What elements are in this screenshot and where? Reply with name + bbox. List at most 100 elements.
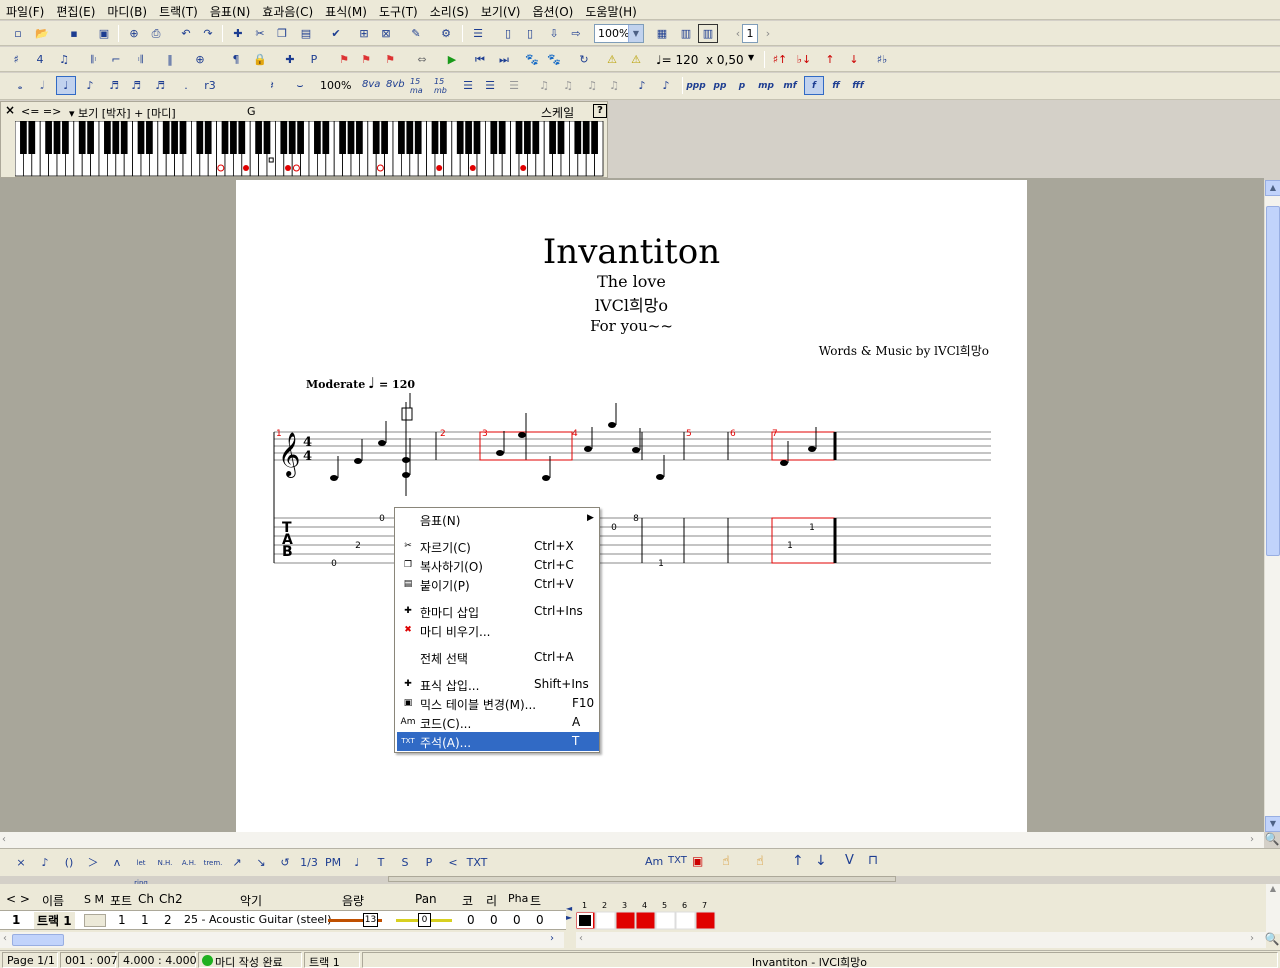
beam-break-icon[interactable]: ♫ xyxy=(582,76,602,95)
track-timeline[interactable]: 1 2 3 4 5 6 7 xyxy=(576,900,1266,934)
multitrack-icon[interactable]: ▦ xyxy=(652,24,672,43)
track-row[interactable]: 1 트랙 1 1 1 2 25 - Acoustic Guitar (steel… xyxy=(0,910,566,930)
enharmonic-icon[interactable]: ♯♭ xyxy=(872,50,892,69)
paste-icon[interactable]: ▤ xyxy=(296,24,316,43)
effect-item-1[interactable]: ♪ xyxy=(34,853,56,873)
repeat-close-icon[interactable]: 𝄇 xyxy=(130,50,150,69)
effect-item-8[interactable]: trem. xyxy=(202,853,224,873)
zoom-icon[interactable]: 🔍 xyxy=(1264,932,1280,948)
screen-view-icon[interactable]: ▯ xyxy=(498,24,518,43)
parchment-view-icon[interactable]: ▯ xyxy=(520,24,540,43)
dot-icon[interactable]: . xyxy=(176,76,196,95)
skip-start-icon[interactable]: ⏮ xyxy=(470,50,490,69)
next-page-icon[interactable]: › xyxy=(758,24,778,43)
keyboard-view-select[interactable]: ▾ 보기 [박자] + [마디] xyxy=(69,105,176,121)
auto-beam-icon[interactable]: ♫ xyxy=(534,76,554,95)
loop-icon[interactable]: ⇔ xyxy=(412,50,432,69)
play-icon[interactable]: ▶ xyxy=(442,50,462,69)
bookmark-next-icon[interactable]: ⚑ xyxy=(380,50,400,69)
ottava-8va[interactable]: 8va xyxy=(362,79,380,90)
track-reverb[interactable]: 0 xyxy=(490,913,498,927)
context-menu-item-10[interactable]: TXT 주석(A)... T xyxy=(397,732,599,751)
vertical-scrollbar[interactable]: ▲ ▼ xyxy=(1264,180,1280,832)
print-icon[interactable]: ⎙ xyxy=(146,24,166,43)
scroll-down-icon[interactable]: ▼ xyxy=(1265,816,1280,832)
scroll-thumb[interactable] xyxy=(1266,206,1280,556)
menu-effects[interactable]: 효과음(C) xyxy=(256,0,319,20)
open-file-icon[interactable]: 📂 xyxy=(32,24,52,43)
scroll-thumb[interactable] xyxy=(12,934,64,946)
effect-item-9[interactable]: ↗ xyxy=(226,853,248,873)
insert-measure-icon[interactable]: ✚ xyxy=(228,24,248,43)
context-menu-item-3[interactable]: ▤ 붙이기(P) Ctrl+V xyxy=(397,575,599,594)
pick-up-icon[interactable]: V xyxy=(845,853,854,868)
zoom-select[interactable]: 100% ▼ xyxy=(594,24,644,43)
effect-item-16[interactable]: S xyxy=(394,853,416,873)
menu-markers[interactable]: 표식(M) xyxy=(319,0,373,20)
effect-item-4[interactable]: ʌ xyxy=(106,853,128,873)
close-icon[interactable]: × xyxy=(5,103,15,117)
splitter[interactable] xyxy=(388,876,896,882)
dynamic-ppp-icon[interactable]: ppp xyxy=(686,76,706,95)
stroke-up-icon[interactable]: ↑ xyxy=(792,853,804,869)
effect-item-7[interactable]: A.H. xyxy=(178,853,200,873)
sharp-flat-icon[interactable]: ♯ xyxy=(6,50,26,69)
track-hscroll[interactable]: ‹ › xyxy=(0,932,564,948)
32nd-note-icon[interactable]: ♬ xyxy=(126,76,146,95)
half-note-icon[interactable]: 𝅗𝅥 xyxy=(32,76,52,95)
loop-play-icon[interactable]: ↻ xyxy=(574,50,594,69)
effect-item-3[interactable]: ＞ xyxy=(82,853,104,873)
new-file-icon[interactable]: ▫ xyxy=(8,24,28,43)
help-icon[interactable]: ? xyxy=(593,104,607,118)
copy-icon[interactable]: ❐ xyxy=(272,24,292,43)
scroll-left-icon[interactable]: ‹ xyxy=(3,933,7,944)
countdown-icon[interactable]: 🐾 xyxy=(544,50,564,69)
effect-item-13[interactable]: PM xyxy=(322,853,344,873)
64th-note-icon[interactable]: ♬ xyxy=(150,76,170,95)
track-name[interactable]: 트랙 1 xyxy=(34,912,75,929)
horizontal-scrollbar[interactable]: ‹ › xyxy=(0,832,1264,848)
keyboard-icon[interactable]: ▥ xyxy=(698,24,718,43)
page-view-icon[interactable]: ☰ xyxy=(468,24,488,43)
track-nav[interactable]: < > xyxy=(6,892,30,906)
octave-up-icon[interactable]: ↑ xyxy=(820,50,840,69)
effect-item-11[interactable]: ↺ xyxy=(274,853,296,873)
chevron-down-icon[interactable]: ▼ xyxy=(748,53,754,62)
effect-item-2[interactable]: () xyxy=(58,853,80,873)
undo-icon[interactable]: ↶ xyxy=(176,24,196,43)
speed-trainer2-icon[interactable]: ⚠ xyxy=(626,50,646,69)
menu-tools[interactable]: 도구(T) xyxy=(373,0,424,20)
score-page[interactable]: Invantiton The love lVCl희망o For you~~ Wo… xyxy=(236,180,1027,832)
ottava-8vb[interactable]: 8vb xyxy=(386,79,405,90)
sixteenth-note-icon[interactable]: ♬ xyxy=(104,76,124,95)
dynamic-mp-icon[interactable]: mp xyxy=(756,76,776,95)
track-port[interactable]: 1 xyxy=(118,913,126,927)
stem-icon[interactable]: ♫ xyxy=(604,76,624,95)
speed-display[interactable]: x 0,50 xyxy=(706,53,744,67)
dynamic-ff-icon[interactable]: ff xyxy=(826,76,846,95)
scroll-left-icon[interactable]: ‹ xyxy=(2,834,6,845)
stem-direction-icon[interactable]: ♪ xyxy=(656,76,676,95)
ottava-15mb[interactable]: 15mb xyxy=(434,77,448,95)
transpose-up-icon[interactable]: ♯↑ xyxy=(770,50,790,69)
effect-item-12[interactable]: 1/3 xyxy=(298,853,320,873)
bookmark-prev-icon[interactable]: ⚑ xyxy=(356,50,376,69)
save-icon[interactable]: ▪ xyxy=(64,24,84,43)
menu-options[interactable]: 옵션(O) xyxy=(526,0,579,20)
quarter-note-icon[interactable]: ♩ xyxy=(56,76,76,95)
track-vscroll[interactable]: ▲ xyxy=(1266,884,1280,934)
fretboard-icon[interactable]: ▥ xyxy=(676,24,696,43)
dynamic-mf-icon[interactable]: mf xyxy=(780,76,800,95)
effect-item-0[interactable]: × xyxy=(10,853,32,873)
pan-value[interactable]: 0 xyxy=(418,913,431,927)
transpose-down-icon[interactable]: ♭↓ xyxy=(794,50,814,69)
add-track-icon[interactable]: ⊞ xyxy=(354,24,374,43)
marker-list-icon[interactable]: P xyxy=(304,50,324,69)
double-bar-icon[interactable]: ‖ xyxy=(160,50,180,69)
properties-icon[interactable]: ▣ xyxy=(94,24,114,43)
effect-item-10[interactable]: ↘ xyxy=(250,853,272,873)
track-instrument[interactable]: 25 - Acoustic Guitar (steel) xyxy=(184,913,332,926)
chord-icon[interactable]: Am xyxy=(645,855,663,868)
keyboard-nav[interactable]: <= => xyxy=(21,105,61,118)
menu-file[interactable]: 파일(F) xyxy=(0,0,50,20)
